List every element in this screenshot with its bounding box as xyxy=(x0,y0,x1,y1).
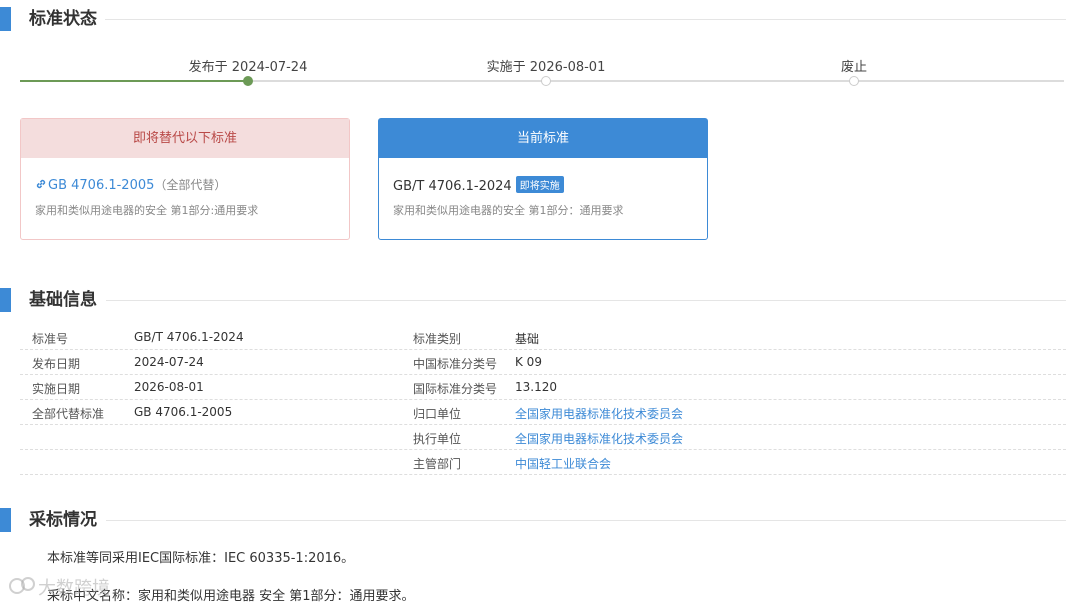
info-key: 归口单位 xyxy=(413,407,462,421)
info-value: 13.120 xyxy=(515,380,557,394)
section-divider xyxy=(106,520,1066,521)
timeline-abolished-dot xyxy=(849,76,859,86)
info-key: 全部代替标准 xyxy=(32,407,105,421)
section-marker xyxy=(0,508,11,532)
table-row: 主管部门 中国轻工业联合会 xyxy=(20,450,1066,475)
info-key: 标准类别 xyxy=(413,332,462,346)
watermark-text: 大数跨境 xyxy=(38,578,110,599)
status-timeline: 发布于 2024-07-24 实施于 2026-08-01 废止 xyxy=(20,56,1064,96)
watermark-icon xyxy=(9,577,35,594)
info-link[interactable]: 全国家用电器标准化技术委员会 xyxy=(515,405,683,422)
table-row: 标准号 GB/T 4706.1-2024 标准类别 基础 xyxy=(20,325,1066,350)
timeline-progress xyxy=(20,80,248,82)
table-row: 全部代替标准 GB 4706.1-2005 归口单位 全国家用电器标准化技术委员… xyxy=(20,400,1066,425)
adoption-section-header: 采标情况 xyxy=(0,508,1066,532)
replaced-standard-code: GB 4706.1-2005（全部代替） xyxy=(35,176,335,194)
status-section-header: 标准状态 xyxy=(0,7,1066,31)
table-row: 发布日期 2024-07-24 中国标准分类号 K 09 xyxy=(20,350,1066,375)
section-marker xyxy=(0,288,11,312)
timeline-abolished-label: 废止 xyxy=(840,60,868,75)
watermark-logo: 大数跨境 xyxy=(8,574,110,600)
info-key: 实施日期 xyxy=(32,382,81,396)
section-divider xyxy=(105,19,1066,20)
info-link[interactable]: 全国家用电器标准化技术委员会 xyxy=(515,430,683,447)
info-value: 2026-08-01 xyxy=(134,380,204,394)
info-value: 基础 xyxy=(515,332,540,346)
timeline-published-dot xyxy=(243,76,253,86)
basic-info-table: 标准号 GB/T 4706.1-2024 标准类别 基础 发布日期 2024-0… xyxy=(20,325,1066,475)
timeline-published-label: 发布于 2024-07-24 xyxy=(188,60,308,75)
current-card-header: 当前标准 xyxy=(379,119,707,158)
section-divider xyxy=(106,300,1066,301)
info-key: 主管部门 xyxy=(413,457,462,471)
section-marker xyxy=(0,7,11,31)
replace-note: （全部代替） xyxy=(154,178,227,192)
timeline-implemented-dot xyxy=(541,76,551,86)
status-badge: 即将实施 xyxy=(515,176,564,193)
chain-link-icon xyxy=(35,178,47,194)
info-key: 国际标准分类号 xyxy=(413,382,498,396)
info-key: 执行单位 xyxy=(413,432,462,446)
current-standard-code: GB/T 4706.1-2024 即将实施 xyxy=(393,176,693,194)
replaced-standard-link[interactable]: GB 4706.1-2005 xyxy=(35,178,154,193)
info-link[interactable]: 中国轻工业联合会 xyxy=(515,455,611,472)
section-title-adoption: 采标情况 xyxy=(29,510,97,530)
info-value: GB 4706.1-2005 xyxy=(134,405,233,419)
adoption-line-1: 本标准等同采用IEC国际标准：IEC 60335-1:2016。 xyxy=(47,551,355,566)
info-value: K 09 xyxy=(515,355,542,369)
table-row: 实施日期 2026-08-01 国际标准分类号 13.120 xyxy=(20,375,1066,400)
section-title-basic: 基础信息 xyxy=(29,290,97,310)
info-key: 发布日期 xyxy=(32,357,81,371)
info-value: GB/T 4706.1-2024 xyxy=(134,330,244,344)
replaced-standard-card: 即将替代以下标准 GB 4706.1-2005（全部代替） 家用和类似用途电器的… xyxy=(20,118,350,240)
replaced-code-text: GB 4706.1-2005 xyxy=(48,178,155,193)
current-code-text: GB/T 4706.1-2024 xyxy=(393,179,512,194)
section-title-status: 标准状态 xyxy=(29,9,97,29)
replaced-card-header: 即将替代以下标准 xyxy=(21,119,349,158)
info-key: 中国标准分类号 xyxy=(413,357,498,371)
basic-section-header: 基础信息 xyxy=(0,288,1066,312)
current-standard-card: 当前标准 GB/T 4706.1-2024 即将实施 家用和类似用途电器的安全 第… xyxy=(378,118,708,240)
replaced-standard-desc: 家用和类似用途电器的安全 第1部分:通用要求 xyxy=(35,204,259,217)
info-key: 标准号 xyxy=(32,332,69,346)
current-standard-desc: 家用和类似用途电器的安全 第1部分：通用要求 xyxy=(393,204,624,217)
timeline-implemented-label: 实施于 2026-08-01 xyxy=(486,60,606,75)
table-row: 执行单位 全国家用电器标准化技术委员会 xyxy=(20,425,1066,450)
info-value: 2024-07-24 xyxy=(134,355,204,369)
